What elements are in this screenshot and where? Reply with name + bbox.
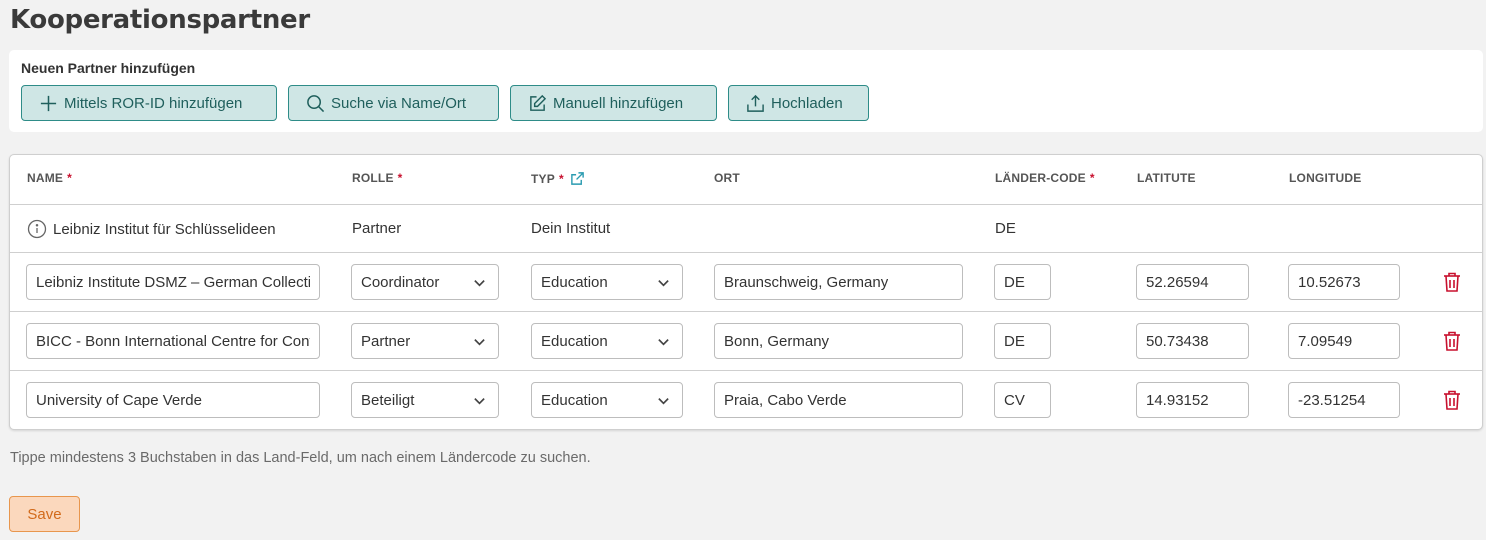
add-manually-label: Manuell hinzufügen [553, 94, 684, 112]
laender-code-input[interactable]: DE [994, 264, 1051, 300]
delete-trash-icon[interactable] [1442, 330, 1462, 352]
own-institute-laender-code: DE [995, 220, 1016, 237]
latitude-input[interactable]: 52.26594 [1136, 264, 1249, 300]
longitude-input[interactable]: 7.09549 [1288, 323, 1400, 359]
external-link-icon[interactable] [570, 171, 585, 186]
header-longitude: LONGITUDE [1289, 171, 1362, 185]
ort-input[interactable]: Braunschweig, Germany [714, 264, 963, 300]
upload-icon [747, 94, 764, 112]
search-name-location-button[interactable]: Suche via Name/Ort [288, 85, 499, 121]
info-icon[interactable] [27, 219, 47, 239]
required-marker: * [397, 171, 403, 185]
own-institute-rolle: Partner [352, 220, 402, 237]
latitude-input[interactable]: 50.73438 [1136, 323, 1249, 359]
partner-name-input[interactable]: Leibniz Institute DSMZ – German Collecti… [26, 264, 320, 300]
partner-name-input[interactable]: University of Cape Verde [26, 382, 320, 418]
table-row-own-institute: Leibniz Institut für Schlüsselideen Part… [10, 205, 1482, 253]
page-title: Kooperationspartner [10, 5, 310, 35]
chevron-down-icon [474, 397, 485, 404]
add-manually-button[interactable]: Manuell hinzufügen [510, 85, 717, 121]
chevron-down-icon [474, 279, 485, 286]
chevron-down-icon [658, 397, 669, 404]
table-row: BICC - Bonn International Centre for Con… [10, 312, 1482, 371]
own-institute-typ: Dein Institut [531, 220, 611, 237]
delete-trash-icon[interactable] [1442, 271, 1462, 293]
ort-input[interactable]: Bonn, Germany [714, 323, 963, 359]
rolle-select[interactable]: Partner [351, 323, 499, 359]
ort-input[interactable]: Praia, Cabo Verde [714, 382, 963, 418]
save-button[interactable]: Save [9, 496, 80, 532]
upload-button[interactable]: Hochladen [728, 85, 869, 121]
typ-select[interactable]: Education [531, 382, 683, 418]
add-by-ror-id-button[interactable]: Mittels ROR-ID hinzufügen [21, 85, 277, 121]
country-code-hint: Tippe mindestens 3 Buchstaben in das Lan… [10, 450, 591, 466]
required-marker: * [558, 171, 564, 186]
required-marker: * [1089, 171, 1095, 185]
typ-select[interactable]: Education [531, 323, 683, 359]
partners-table: NAME * ROLLE * TYP * ORT LÄNDER-CODE * LATIT… [9, 154, 1483, 430]
delete-trash-icon[interactable] [1442, 389, 1462, 411]
header-rolle: ROLLE * [352, 171, 403, 185]
add-partner-label: Neuen Partner hinzufügen [21, 60, 196, 76]
header-ort: ORT [714, 171, 740, 185]
chevron-down-icon [658, 338, 669, 345]
upload-label: Hochladen [771, 94, 843, 112]
edit-icon [530, 94, 547, 111]
plus-icon [40, 95, 57, 111]
add-partner-panel: Neuen Partner hinzufügen Mittels ROR-ID … [9, 50, 1483, 132]
table-row: University of Cape Verde Beteiligt Educa… [10, 371, 1482, 430]
rolle-select[interactable]: Coordinator [351, 264, 499, 300]
search-name-location-label: Suche via Name/Ort [331, 94, 467, 112]
search-icon [307, 94, 325, 112]
add-by-ror-id-label: Mittels ROR-ID hinzufügen [64, 94, 243, 112]
table-header: NAME * ROLLE * TYP * ORT LÄNDER-CODE * LATIT… [10, 155, 1482, 205]
header-name: NAME * [27, 171, 73, 185]
typ-select[interactable]: Education [531, 264, 683, 300]
chevron-down-icon [474, 338, 485, 345]
header-laender-code: LÄNDER-CODE * [995, 171, 1095, 185]
own-institute-name-text: Leibniz Institut für Schlüsselideen [53, 220, 276, 238]
longitude-input[interactable]: 10.52673 [1288, 264, 1400, 300]
required-marker: * [67, 171, 73, 185]
laender-code-input[interactable]: DE [994, 323, 1051, 359]
longitude-input[interactable]: -23.51254 [1288, 382, 1400, 418]
own-institute-name: Leibniz Institut für Schlüsselideen [27, 219, 276, 239]
header-latitute: LATITUTE [1137, 171, 1196, 185]
header-typ: TYP * [531, 171, 585, 186]
laender-code-input[interactable]: CV [994, 382, 1051, 418]
table-row: Leibniz Institute DSMZ – German Collecti… [10, 253, 1482, 312]
chevron-down-icon [658, 279, 669, 286]
partner-name-input[interactable]: BICC - Bonn International Centre for Con… [26, 323, 320, 359]
latitude-input[interactable]: 14.93152 [1136, 382, 1249, 418]
rolle-select[interactable]: Beteiligt [351, 382, 499, 418]
